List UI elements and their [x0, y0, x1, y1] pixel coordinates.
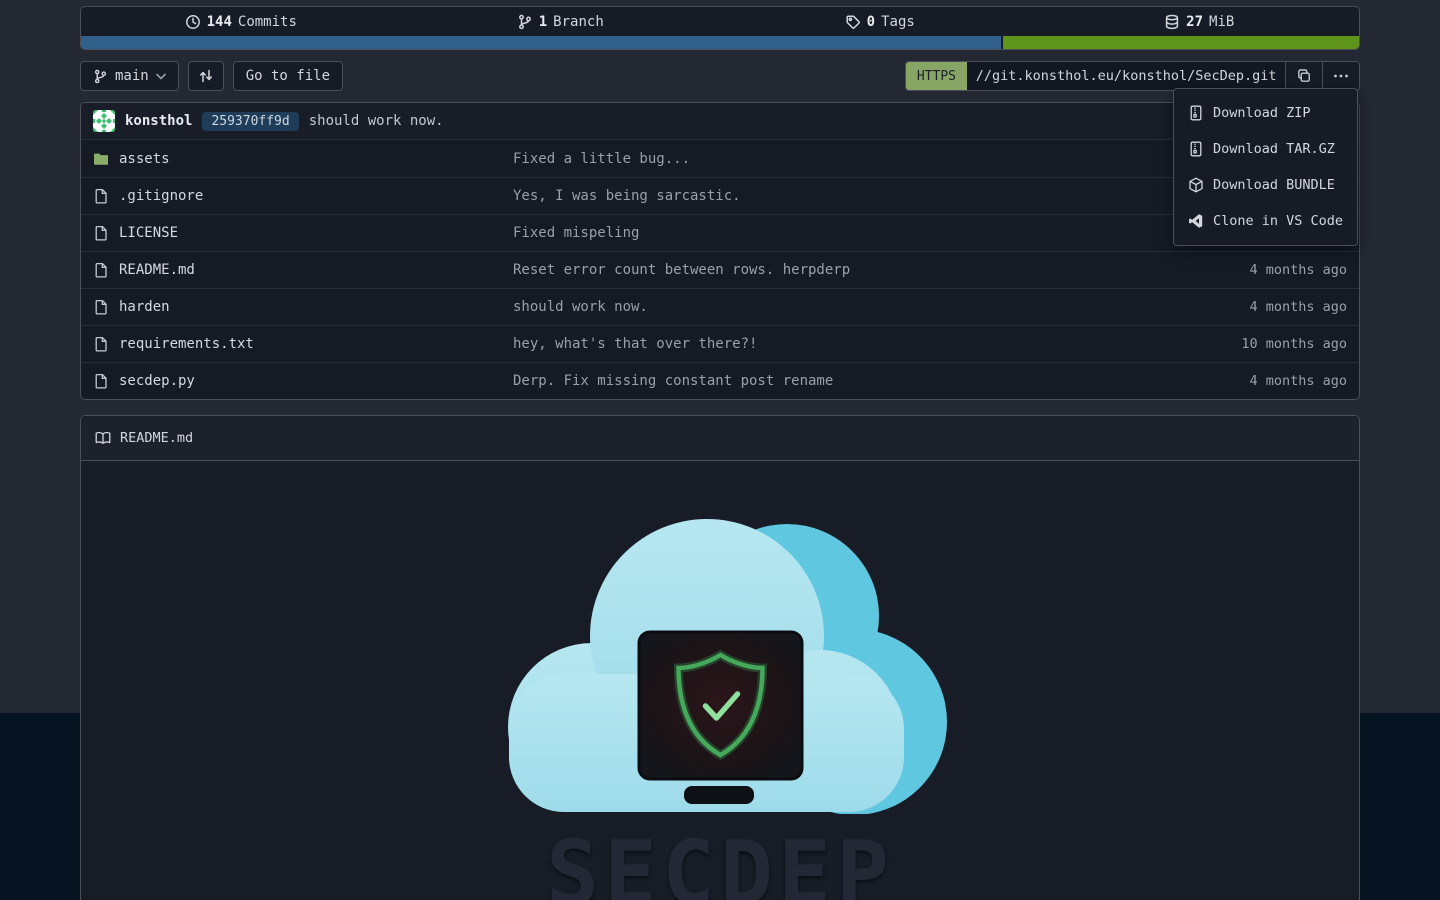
repo-toolbar: main Go to file HTTPS: [80, 60, 1360, 92]
file-name[interactable]: README.md: [119, 262, 195, 278]
file-table: konsthol 259370ff9d should work now. ass…: [80, 102, 1360, 400]
file-age: 4 months ago: [1187, 262, 1347, 278]
stat-size-label: MiB: [1209, 14, 1234, 30]
stat-commits-value: 144: [207, 14, 232, 30]
table-row: harden should work now. 4 months ago: [81, 288, 1359, 325]
stat-tags[interactable]: 0 Tags: [720, 14, 1040, 30]
commit-author[interactable]: konsthol: [125, 113, 192, 129]
history-icon: [185, 14, 201, 30]
branch-icon: [93, 69, 108, 84]
file-name[interactable]: assets: [119, 151, 170, 167]
menu-item-download-zip[interactable]: Download ZIP: [1174, 95, 1357, 131]
file-name[interactable]: LICENSE: [119, 225, 178, 241]
file-age: 4 months ago: [1187, 373, 1347, 389]
readme-filename: README.md: [120, 430, 193, 446]
table-row: README.md Reset error count between rows…: [81, 251, 1359, 288]
stat-tags-value: 0: [867, 14, 875, 30]
stat-branches-label: Branch: [553, 14, 604, 30]
readme-header: README.md: [81, 416, 1359, 461]
menu-item-label: Clone in VS Code: [1213, 213, 1343, 229]
clone-options-menu: Download ZIP Download TAR.GZ Download BU…: [1173, 88, 1358, 246]
git-compare-icon: [198, 68, 214, 84]
file-commit-message[interactable]: Yes, I was being sarcastic.: [513, 188, 1187, 204]
language-bar-segment-blue[interactable]: [81, 36, 1001, 49]
go-to-file-label: Go to file: [246, 68, 330, 84]
file-commit-message[interactable]: Fixed a little bug...: [513, 151, 1187, 167]
file-commit-message[interactable]: Derp. Fix missing constant post rename: [513, 373, 1187, 389]
file-name[interactable]: requirements.txt: [119, 336, 254, 352]
database-icon: [1164, 14, 1180, 30]
branch-selector-button[interactable]: main: [80, 61, 179, 91]
file-commit-message[interactable]: Fixed mispeling: [513, 225, 1187, 241]
file-commit-message[interactable]: hey, what's that over there?!: [513, 336, 1187, 352]
project-logo: SECDEP: [492, 514, 948, 900]
branch-icon: [517, 14, 533, 30]
stat-tags-label: Tags: [881, 14, 915, 30]
table-row: .gitignore Yes, I was being sarcastic.: [81, 177, 1359, 214]
avatar: [93, 110, 115, 132]
copy-url-button[interactable]: [1285, 62, 1322, 90]
more-operations-button[interactable]: [1322, 62, 1359, 90]
clone-url-group: HTTPS: [905, 61, 1360, 91]
menu-item-label: Download ZIP: [1213, 105, 1311, 121]
readme-content: SECDEP: [81, 461, 1359, 900]
readme-panel: README.md: [80, 415, 1360, 900]
table-row: secdep.py Derp. Fix missing constant pos…: [81, 362, 1359, 399]
file-age: 4 months ago: [1187, 299, 1347, 315]
file-name[interactable]: .gitignore: [119, 188, 203, 204]
vscode-icon: [1188, 213, 1204, 229]
ellipsis-icon: [1333, 74, 1349, 78]
package-icon: [1188, 177, 1204, 193]
stat-size[interactable]: 27 MiB: [1040, 14, 1360, 30]
repo-stats-bar: 144 Commits 1 Branch 0 Tags 27 MiB: [80, 6, 1360, 50]
file-age: 10 months ago: [1187, 336, 1347, 352]
file-icon: [93, 373, 109, 389]
go-to-file-button[interactable]: Go to file: [233, 61, 343, 91]
folder-icon: [93, 151, 109, 167]
table-row: requirements.txt hey, what's that over t…: [81, 325, 1359, 362]
clone-protocol-button[interactable]: HTTPS: [906, 62, 967, 90]
tag-icon: [845, 14, 861, 30]
stat-commits-label: Commits: [238, 14, 297, 30]
language-bar-segment-green[interactable]: [1003, 36, 1359, 49]
latest-commit-row: konsthol 259370ff9d should work now.: [81, 103, 1359, 140]
copy-icon: [1296, 68, 1312, 84]
book-icon: [95, 430, 111, 446]
menu-item-clone-vscode[interactable]: Clone in VS Code: [1174, 203, 1357, 239]
logo-wordmark: SECDEP: [492, 830, 948, 900]
file-icon: [93, 299, 109, 315]
stat-branches-value: 1: [539, 14, 547, 30]
branch-selector-label: main: [115, 68, 149, 84]
menu-item-download-bundle[interactable]: Download BUNDLE: [1174, 167, 1357, 203]
compare-branches-button[interactable]: [188, 61, 224, 91]
menu-item-label: Download TAR.GZ: [1213, 141, 1335, 157]
file-name[interactable]: harden: [119, 299, 170, 315]
commit-hash-badge[interactable]: 259370ff9d: [202, 112, 298, 131]
commit-message[interactable]: should work now.: [309, 113, 444, 129]
file-icon: [93, 188, 109, 204]
stat-branches[interactable]: 1 Branch: [401, 14, 721, 30]
menu-item-download-targz[interactable]: Download TAR.GZ: [1174, 131, 1357, 167]
table-row: LICENSE Fixed mispeling: [81, 214, 1359, 251]
table-row: assets Fixed a little bug...: [81, 140, 1359, 177]
language-bar: [81, 36, 1359, 49]
file-name[interactable]: secdep.py: [119, 373, 195, 389]
stat-size-value: 27: [1186, 14, 1203, 30]
menu-item-label: Download BUNDLE: [1213, 177, 1335, 193]
file-commit-message[interactable]: Reset error count between rows. herpderp: [513, 262, 1187, 278]
cloud-logo-image: [492, 514, 948, 814]
zip-file-icon: [1188, 105, 1204, 121]
file-icon: [93, 336, 109, 352]
stat-commits[interactable]: 144 Commits: [81, 14, 401, 30]
file-icon: [93, 225, 109, 241]
clone-url-input[interactable]: [967, 62, 1285, 90]
chevron-down-icon: [156, 73, 166, 80]
file-commit-message[interactable]: should work now.: [513, 299, 1187, 315]
zip-file-icon: [1188, 141, 1204, 157]
file-icon: [93, 262, 109, 278]
